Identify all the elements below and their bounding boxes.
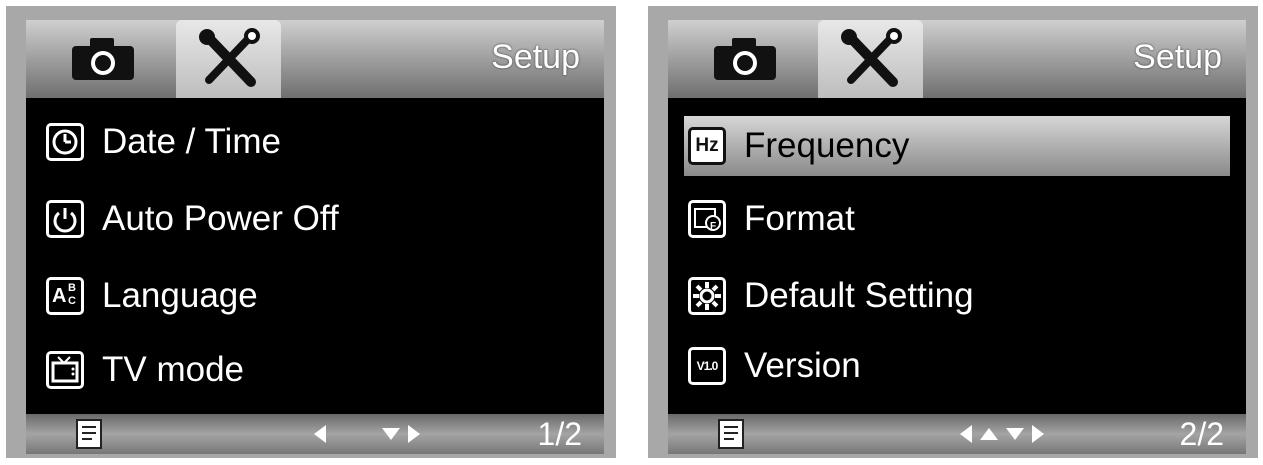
menu-item-date-time[interactable]: Date / Time — [42, 112, 588, 172]
left-arrow-icon[interactable] — [314, 425, 326, 443]
up-arrow-icon[interactable] — [980, 428, 998, 440]
menu-item-language[interactable]: A B C Language — [42, 266, 588, 326]
version-icon: V1.0 — [688, 347, 726, 385]
tools-icon — [198, 28, 260, 87]
header-title: Setup — [491, 38, 580, 76]
tab-setup[interactable] — [818, 20, 923, 98]
right-arrow-icon[interactable] — [1032, 425, 1044, 443]
tab-setup[interactable] — [176, 20, 281, 98]
tools-icon — [840, 28, 902, 87]
format-icon-letter: F — [710, 221, 717, 232]
menu-item-version[interactable]: V1.0 Version — [684, 336, 1230, 396]
menu-icon[interactable] — [718, 419, 744, 449]
screen-display: Setup Date / Time Auto Power Off A B C L… — [26, 20, 604, 454]
menu-label: Format — [744, 199, 855, 238]
language-icon: A B C — [46, 277, 84, 315]
menu-item-frequency[interactable]: Hz Frequency — [684, 116, 1230, 176]
version-icon-text: V1.0 — [696, 359, 719, 373]
menu-item-tv-mode[interactable]: TV mode — [42, 340, 588, 400]
language-icon-letter-b: B — [68, 282, 76, 294]
menu-item-default-setting[interactable]: Default Setting — [684, 266, 1230, 326]
menu-label: Version — [744, 346, 861, 385]
power-icon — [46, 200, 84, 238]
menu-label: Date / Time — [102, 122, 281, 161]
footer-bar: 1/2 — [26, 414, 604, 454]
menu-label: Frequency — [744, 126, 910, 165]
clock-icon — [46, 123, 84, 161]
left-arrow-icon[interactable] — [960, 425, 972, 443]
menu-label: Auto Power Off — [102, 199, 339, 238]
format-card-icon: F — [688, 200, 726, 238]
tv-icon — [46, 351, 84, 389]
menu-label: Language — [102, 276, 258, 315]
hz-icon-text: Hz — [695, 135, 719, 156]
down-arrow-icon[interactable] — [1006, 428, 1024, 440]
header-title: Setup — [1133, 38, 1222, 76]
nav-arrows — [960, 420, 1044, 448]
hz-icon: Hz — [688, 127, 726, 165]
header-bar: Setup — [26, 20, 604, 98]
menu-item-auto-power-off[interactable]: Auto Power Off — [42, 189, 588, 249]
menu-item-format[interactable]: F Format — [684, 189, 1230, 249]
header-bar: Setup — [668, 20, 1246, 98]
page-indicator: 2/2 — [1179, 416, 1224, 452]
menu-icon[interactable] — [76, 419, 102, 449]
camera-setup-screen-page-1: Setup Date / Time Auto Power Off A B C L… — [6, 6, 616, 458]
screen-display: Setup Hz Frequency F Format Default Sett… — [668, 20, 1246, 454]
menu-label: TV mode — [102, 350, 244, 389]
camera-icon — [72, 38, 134, 80]
default-setting-icon — [688, 277, 726, 315]
tab-camera[interactable] — [62, 20, 144, 98]
down-arrow-icon[interactable] — [382, 428, 400, 440]
nav-arrows — [314, 420, 420, 448]
language-icon-letter-c: C — [68, 295, 76, 307]
page-indicator: 1/2 — [537, 416, 582, 452]
right-arrow-icon[interactable] — [408, 425, 420, 443]
camera-icon — [714, 38, 776, 80]
camera-setup-screen-page-2: Setup Hz Frequency F Format Default Sett… — [648, 6, 1258, 458]
language-icon-letter-a: A — [52, 285, 67, 307]
tab-camera[interactable] — [704, 20, 786, 98]
menu-label: Default Setting — [744, 276, 974, 315]
footer-bar: 2/2 — [668, 414, 1246, 454]
